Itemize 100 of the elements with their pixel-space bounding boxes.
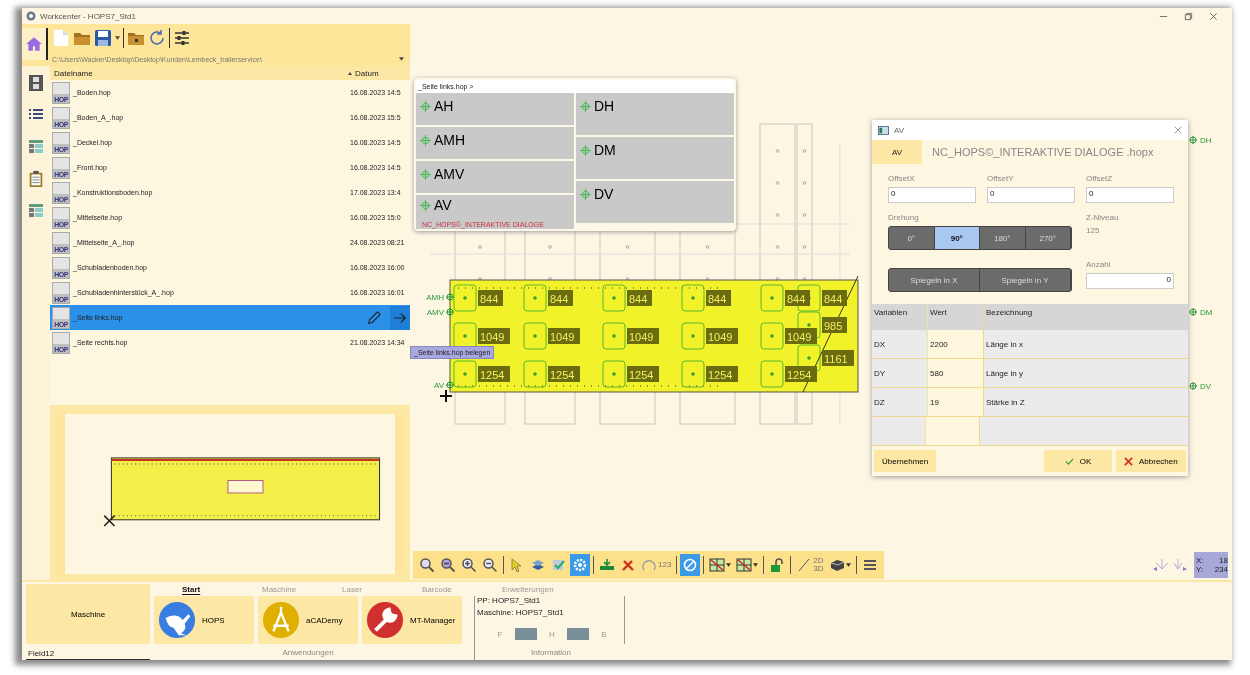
dimension-label: 844 [627, 290, 652, 306]
rotation-option[interactable]: 90° [934, 227, 980, 249]
refresh-icon[interactable] [148, 29, 166, 47]
status-indicator: B [600, 628, 608, 640]
dialog-heading: NC_HOPS©_INTERAKTIVE DIALOGE .hopx [932, 146, 1154, 158]
close-icon [1124, 456, 1133, 466]
level-icon [599, 557, 615, 573]
axis-icon[interactable] [1152, 558, 1168, 572]
crosshair-icon [439, 389, 453, 403]
menu-item[interactable]: DH [576, 93, 734, 135]
status-indicator: H [548, 628, 556, 640]
dimension-label: 844 [478, 290, 503, 306]
dimension-label: 844 [706, 290, 731, 306]
dimension-label: 1254 [478, 366, 510, 382]
compass-icon [262, 601, 300, 639]
rotation-option[interactable]: 180° [980, 227, 1026, 249]
rotation-option[interactable]: 270° [1025, 227, 1071, 249]
app-logo-icon [26, 11, 36, 21]
mirror-button[interactable]: Spiegeln in X [889, 269, 980, 291]
rotation-option[interactable]: 0° [889, 227, 935, 249]
toolbar-button[interactable]: 2D 3D [794, 554, 826, 576]
check-icon [1064, 456, 1074, 466]
dimension-label: 1049 [478, 328, 510, 344]
ribbon-tab[interactable]: Start [182, 584, 262, 594]
caret-icon [845, 563, 851, 567]
counter-icon [641, 557, 657, 573]
table-icon[interactable] [28, 138, 44, 156]
close-icon[interactable] [1174, 126, 1182, 134]
status-indicator: F [496, 628, 504, 640]
table-cell-text: Stärke in Z [985, 396, 1025, 409]
column-header: Bezeichnung [985, 307, 1033, 319]
ok-button[interactable]: OK [1044, 450, 1112, 472]
input-field[interactable]: 0 [987, 187, 1075, 203]
menu-item[interactable]: DV [576, 181, 734, 223]
input-field[interactable]: 0 [1086, 187, 1174, 203]
toolbar-button[interactable]: 123 [639, 554, 674, 576]
menu-item[interactable]: DM [576, 137, 734, 179]
table-cell: 580 [928, 359, 984, 387]
app-button[interactable]: aCADemy [258, 596, 358, 644]
input-field[interactable]: Field12 [26, 646, 150, 660]
group-label: Information [531, 648, 571, 657]
app-button[interactable]: MT-Manager [362, 596, 462, 644]
marker-label: AMH [426, 292, 455, 302]
home-button[interactable] [22, 28, 48, 60]
gear-icon [572, 557, 588, 573]
mirror-button[interactable]: Spiegeln in Y [980, 269, 1071, 291]
menu-item[interactable]: AMV [416, 161, 574, 193]
check-icon [551, 557, 567, 573]
input-field[interactable]: 0 [888, 187, 976, 203]
save-icon[interactable] [94, 29, 112, 47]
marker-label: AV [433, 380, 455, 390]
dimension-label: 985 [822, 317, 847, 333]
field-label: OffsetZ [1086, 174, 1114, 183]
dimension-label: 1161 [822, 350, 854, 366]
caret-icon[interactable] [399, 57, 404, 61]
axis-icon[interactable] [1172, 558, 1188, 572]
circle-slash-icon [682, 557, 699, 573]
group-label: Anwendungen [282, 648, 334, 657]
close-icon[interactable] [1209, 11, 1218, 21]
crosshair-icon [580, 189, 591, 200]
restore-icon[interactable] [1184, 11, 1193, 21]
grid-icon [736, 557, 753, 573]
crosshair-icon [420, 169, 431, 180]
apply-button[interactable]: Übernehmen [874, 450, 937, 472]
table-icon[interactable] [28, 202, 44, 220]
menu-item[interactable]: AMH [416, 127, 574, 159]
dialog-tab[interactable]: AV [872, 140, 922, 164]
dimension-label: 1049 [706, 328, 738, 344]
lock-icon [769, 557, 786, 573]
clipboard-icon[interactable] [28, 170, 44, 188]
pencil-icon[interactable] [366, 309, 382, 326]
cancel-button[interactable]: Abbrechen [1116, 450, 1186, 472]
dimension-label: 844 [785, 290, 810, 306]
input-field[interactable]: 0 [1086, 273, 1174, 289]
crosshair-icon [420, 200, 431, 211]
zoom-out-icon [482, 557, 498, 573]
machine-button[interactable]: Maschine [26, 584, 150, 644]
table-cell-text: Länge in y [985, 367, 1023, 380]
grid-icon [709, 557, 726, 573]
magnifier-icon [419, 557, 435, 573]
zoom-in-icon [461, 557, 477, 573]
film-icon[interactable] [28, 74, 44, 92]
arrow-right-icon[interactable] [390, 305, 410, 330]
column-header[interactable]: Datum [344, 68, 410, 78]
dimension-label: 1049 [785, 328, 817, 344]
field-label: Anzahl [1086, 260, 1112, 269]
window-icon [878, 125, 889, 135]
column-header[interactable]: Dateiname [50, 68, 93, 78]
dimension-label: 1254 [785, 366, 817, 382]
crosshair-icon [580, 145, 591, 156]
app-button[interactable]: HOPS [154, 596, 254, 644]
marker-label: DM [1188, 307, 1213, 317]
dimension-label: 1254 [548, 366, 580, 382]
menu-item[interactable]: AH [416, 93, 574, 125]
menu-icon [861, 557, 878, 573]
caret-icon[interactable] [115, 36, 120, 40]
coordinates-display: X: 18 Y: 234 [1194, 552, 1228, 578]
sliders-icon[interactable] [173, 29, 191, 47]
tools-icon [620, 557, 636, 573]
zoom-out-icon [440, 557, 456, 573]
